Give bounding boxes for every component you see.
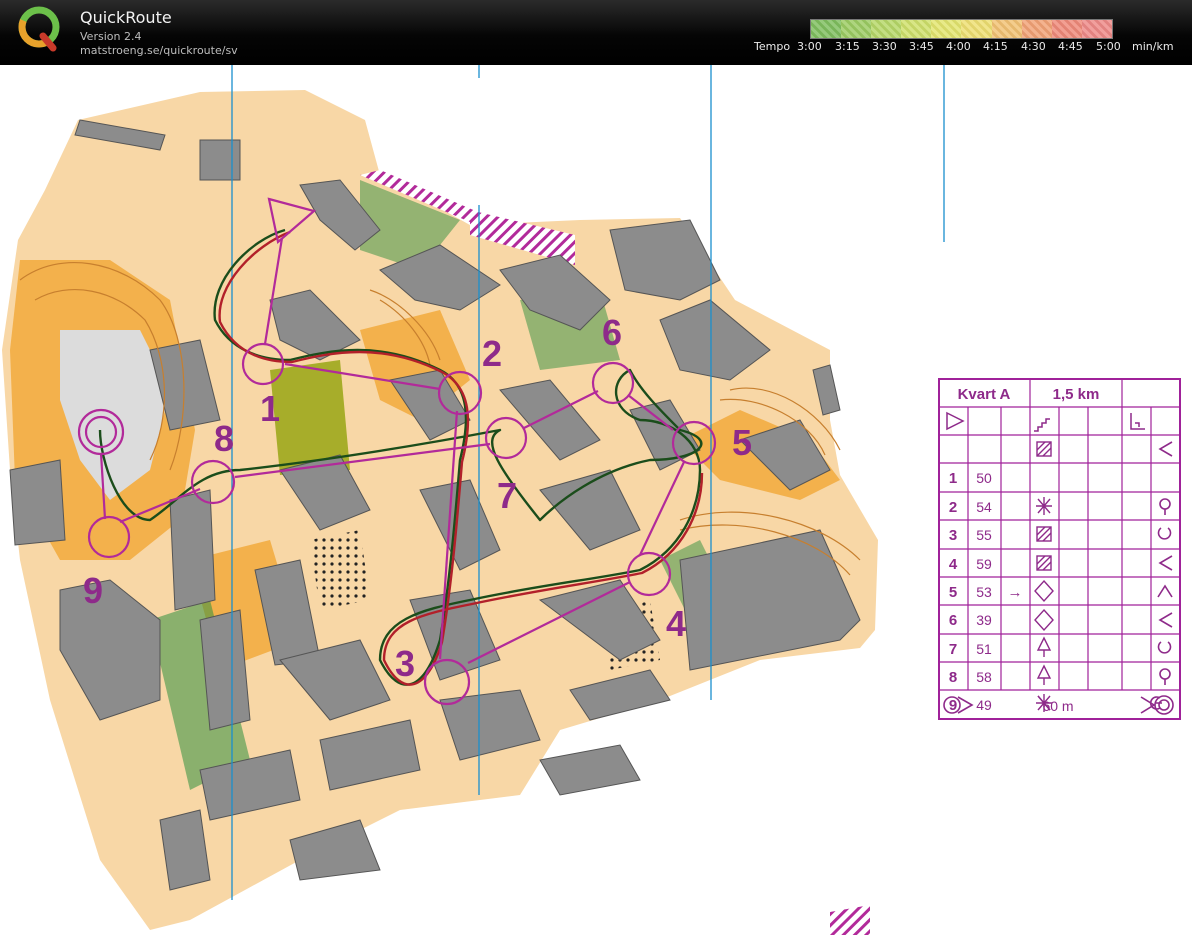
control-number-4: 4 (666, 603, 686, 644)
tempo-label: Tempo (754, 40, 791, 53)
control-card-code: 54 (976, 499, 992, 515)
tempo-color-swatch (931, 20, 962, 38)
tempo-tick: 4:00 (946, 40, 971, 53)
control-card-number: 8 (949, 669, 957, 686)
direction-arrow: → (1008, 584, 1023, 601)
tempo-color-swatch (871, 20, 902, 38)
tempo-color-swatch (1051, 20, 1082, 38)
app-header: QuickRoute Version 2.4 matstroeng.se/qui… (0, 0, 1192, 65)
control-number-2: 2 (482, 333, 502, 374)
tempo-color-swatch (1081, 20, 1112, 38)
control-description-card: Kvart A 1,5 km 1 2 3 4 5 6 7 8 9 50 54 5… (938, 378, 1181, 720)
tempo-color-swatch (991, 20, 1022, 38)
tempo-color-bar (810, 19, 1113, 39)
control-card-number: 4 (949, 556, 958, 573)
control-number-3: 3 (395, 643, 415, 684)
tempo-tick: 3:15 (835, 40, 860, 53)
control-card-number: 3 (949, 527, 957, 544)
control-number-8: 8 (214, 418, 234, 459)
control-card-number: 1 (949, 470, 957, 487)
control-card-code: 53 (976, 584, 992, 600)
tempo-tick: 4:30 (1021, 40, 1046, 53)
tempo-tick: 3:00 (797, 40, 822, 53)
vegetation-patch-icon (1036, 497, 1052, 515)
course-name: Kvart A (958, 386, 1011, 403)
control-card-number: 5 (949, 584, 957, 601)
tempo-tick: 3:30 (872, 40, 897, 53)
tempo-color-swatch (901, 20, 932, 38)
control-card-code: 51 (976, 641, 992, 657)
control-card-code: 39 (976, 612, 992, 628)
control-number-9: 9 (83, 570, 103, 611)
tempo-tick: 3:45 (909, 40, 934, 53)
control-card-code: 55 (976, 527, 992, 543)
app-version: Version 2.4 (80, 30, 142, 43)
tempo-tick: 5:00 (1096, 40, 1121, 53)
control-card-number: 7 (949, 641, 957, 658)
tempo-scale: Tempo 3:00 3:15 3:30 3:45 4:00 4:15 4:30… (752, 40, 1192, 56)
finish-distance: 60 m (1042, 698, 1073, 714)
quickroute-logo-icon (18, 6, 60, 52)
tempo-color-swatch (961, 20, 992, 38)
control-number-1: 1 (260, 388, 280, 429)
app-title: QuickRoute (80, 8, 172, 27)
tempo-unit: min/km (1132, 40, 1174, 53)
control-card-code: 49 (976, 697, 992, 713)
app-url: matstroeng.se/quickroute/sv (80, 44, 238, 57)
course-length: 1,5 km (1053, 386, 1100, 403)
control-number-6: 6 (602, 312, 622, 353)
control-number-7: 7 (497, 475, 517, 516)
tempo-tick: 4:45 (1058, 40, 1083, 53)
control-card-code: 50 (976, 470, 992, 486)
control-card-code: 58 (976, 669, 992, 685)
tempo-tick: 4:15 (983, 40, 1008, 53)
control-card-number: 6 (949, 612, 957, 629)
control-card-number: 2 (949, 499, 957, 516)
tempo-color-swatch (1021, 20, 1052, 38)
tempo-color-swatch (841, 20, 872, 38)
control-number-5: 5 (732, 422, 752, 463)
tempo-color-swatch (811, 20, 842, 38)
control-card-code: 59 (976, 556, 992, 572)
